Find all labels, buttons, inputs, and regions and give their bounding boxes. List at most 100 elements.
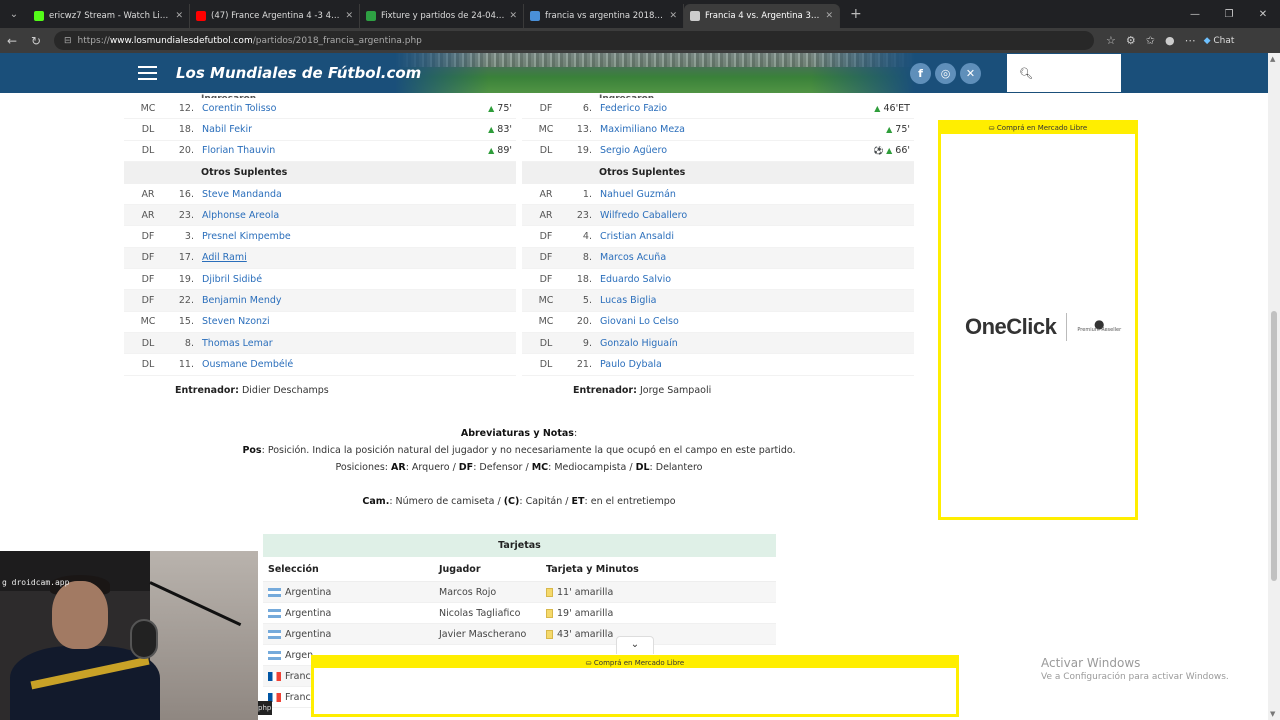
chat-label: Chat — [1213, 35, 1235, 46]
site-info-icon[interactable]: ⊟ — [64, 36, 72, 46]
site-search-input[interactable]: 🔍︎ — [1007, 54, 1121, 92]
player-link[interactable]: Thomas Lemar — [202, 338, 516, 349]
player-number: 21. — [576, 358, 592, 370]
tab-title: Fixture y partidos de 24-04-2026 — [381, 11, 505, 21]
others-header: Otros Suplentes — [522, 161, 914, 184]
ad-label-text: Comprá en Mercado Libre — [593, 659, 685, 667]
favorite-star-icon[interactable]: ☆ — [1106, 34, 1116, 47]
oneclick-logo[interactable]: OneClick ● Premium Reseller — [965, 313, 1121, 341]
player-link[interactable]: Cristian Ansaldi — [600, 231, 914, 242]
player-link[interactable]: Adil Rami — [202, 252, 516, 263]
player-link[interactable]: Maximiliano Meza — [600, 124, 844, 135]
streamer-face — [52, 581, 108, 649]
player-link[interactable]: Alphonse Areola — [202, 210, 516, 221]
tab-title: francia vs argentina 2018 - Búsqu — [545, 11, 664, 21]
header-tarjeta: Tarjeta y Minutos — [546, 563, 639, 575]
player-link[interactable]: Wilfredo Caballero — [600, 210, 914, 221]
goal-ball-icon: ⚽ — [873, 146, 887, 156]
player-link[interactable]: Ousmane Dembélé — [202, 359, 516, 370]
site-title[interactable]: Los Mundiales de Fútbol.com — [176, 64, 421, 82]
subs-in-header: Ingresaron — [522, 84, 914, 98]
player-link[interactable]: Paulo Dybala — [600, 359, 914, 370]
reload-icon[interactable]: ↻ — [24, 34, 48, 48]
card-team: Franci — [285, 691, 314, 703]
player-link[interactable]: Federico Fazio — [600, 103, 844, 114]
browser-tab[interactable]: (47) France Argentina 4 -3 4K FULL ✕ — [190, 4, 360, 28]
player-link[interactable]: Benjamin Mendy — [202, 295, 516, 306]
browser-tab[interactable]: ericwz7 Stream - Watch Live on Ki ✕ — [28, 4, 190, 28]
mercadolibre-icon: ⛀ — [988, 124, 995, 132]
scroll-down-icon[interactable]: ▼ — [1270, 710, 1275, 718]
tab-close-icon[interactable]: ✕ — [175, 11, 183, 21]
oneclick-brand: OneClick — [965, 314, 1057, 339]
browser-tab[interactable]: francia vs argentina 2018 - Búsqu ✕ — [524, 4, 684, 28]
more-options-icon[interactable]: ⋯ — [1185, 34, 1196, 47]
player-row: AR 16. Steve Mandanda — [124, 184, 516, 206]
player-position: DF — [539, 231, 553, 243]
copilot-chat-button[interactable]: ◆ Chat — [1204, 36, 1235, 46]
player-link[interactable]: Djibril Sidibé — [202, 274, 516, 285]
player-link[interactable]: Steve Mandanda — [202, 189, 516, 200]
scroll-up-icon[interactable]: ▲ — [1270, 55, 1275, 63]
card-minute: 19' amarilla — [557, 607, 614, 619]
browser-tab[interactable]: Fixture y partidos de 24-04-2026 ✕ — [360, 4, 524, 28]
player-position: DL — [539, 145, 553, 157]
ad-label-text: Comprá en Mercado Libre — [996, 124, 1088, 132]
x-icon[interactable]: ✕ — [960, 63, 981, 84]
player-position: DF — [141, 252, 155, 264]
player-number: 18. — [576, 273, 592, 285]
player-number: 11. — [178, 358, 194, 370]
favorites-icon[interactable]: ✩ — [1146, 34, 1155, 47]
mercadolibre-icon: ⛀ — [585, 659, 592, 667]
player-link[interactable]: Giovani Lo Celso — [600, 316, 914, 327]
maximize-icon[interactable]: ❐ — [1212, 0, 1246, 28]
minimize-icon[interactable]: — — [1178, 0, 1212, 28]
player-link[interactable]: Sergio Agüero — [600, 145, 844, 156]
sub-in-arrow-icon: ▲ — [488, 146, 495, 156]
yellow-card-icon — [546, 587, 553, 597]
close-window-icon[interactable]: ✕ — [1246, 0, 1280, 28]
france-flag-icon — [268, 671, 281, 681]
pos-text: : Posición. Indica la posición natural d… — [261, 445, 796, 456]
scrollbar-thumb[interactable] — [1271, 311, 1277, 581]
page-scrollbar[interactable]: ▲ ▼ — [1268, 53, 1280, 720]
url-input[interactable]: ⊟ https://www.losmundialesdefutbol.com/p… — [54, 31, 1094, 50]
argentina-flag-icon — [268, 587, 281, 597]
coach-name: Jorge Sampaoli — [639, 384, 712, 396]
player-link[interactable]: Steven Nzonzi — [202, 316, 516, 327]
card-player: Javier Mascherano — [439, 628, 527, 640]
tab-search-icon[interactable]: ⌄ — [0, 0, 28, 28]
player-link[interactable]: Lucas Biglia — [600, 295, 914, 306]
ad-banner-bottom[interactable]: ⛀ Comprá en Mercado Libre — [311, 655, 959, 717]
player-row: MC 20. Giovani Lo Celso — [522, 312, 914, 333]
others-header: Otros Suplentes — [124, 161, 516, 184]
profile-avatar-icon[interactable]: ● — [1165, 34, 1175, 47]
player-link[interactable]: Gonzalo Higuaín — [600, 338, 914, 349]
extensions-icon[interactable]: ⚙ — [1126, 34, 1136, 47]
browser-tab[interactable]: Francia 4 vs. Argentina 3 en el Mu ✕ — [684, 4, 840, 28]
df-abbr: DF — [458, 462, 474, 473]
logo-divider — [1066, 313, 1068, 341]
player-link[interactable]: Corentin Tolisso — [202, 103, 446, 114]
url-prefix: https:// — [77, 35, 110, 46]
tab-close-icon[interactable]: ✕ — [825, 11, 833, 21]
player-link[interactable]: Presnel Kimpembe — [202, 231, 516, 242]
collapse-ad-chevron-icon[interactable]: ⌄ — [616, 636, 654, 654]
tab-close-icon[interactable]: ✕ — [509, 11, 517, 21]
player-link[interactable]: Florian Thauvin — [202, 145, 446, 156]
tab-close-icon[interactable]: ✕ — [669, 11, 677, 21]
tab-close-icon[interactable]: ✕ — [345, 11, 353, 21]
player-link[interactable]: Nahuel Guzmán — [600, 189, 914, 200]
hamburger-menu-icon[interactable] — [138, 66, 157, 80]
facebook-icon[interactable]: f — [910, 63, 931, 84]
player-link[interactable]: Eduardo Salvio — [600, 274, 914, 285]
ad-banner-right[interactable]: ⛀ Comprá en Mercado Libre OneClick ● Pre… — [938, 120, 1138, 520]
player-row: DL 9. Gonzalo Higuaín — [522, 332, 914, 355]
search-icon[interactable]: 🔍︎ — [1019, 67, 1033, 80]
instagram-icon[interactable]: ◎ — [935, 63, 956, 84]
player-link[interactable]: Marcos Acuña — [600, 252, 914, 263]
back-icon[interactable]: ← — [0, 34, 24, 48]
player-link[interactable]: Nabil Fekir — [202, 124, 446, 135]
new-tab-button[interactable]: + — [850, 6, 862, 22]
social-links: f ◎ ✕ — [910, 63, 981, 84]
